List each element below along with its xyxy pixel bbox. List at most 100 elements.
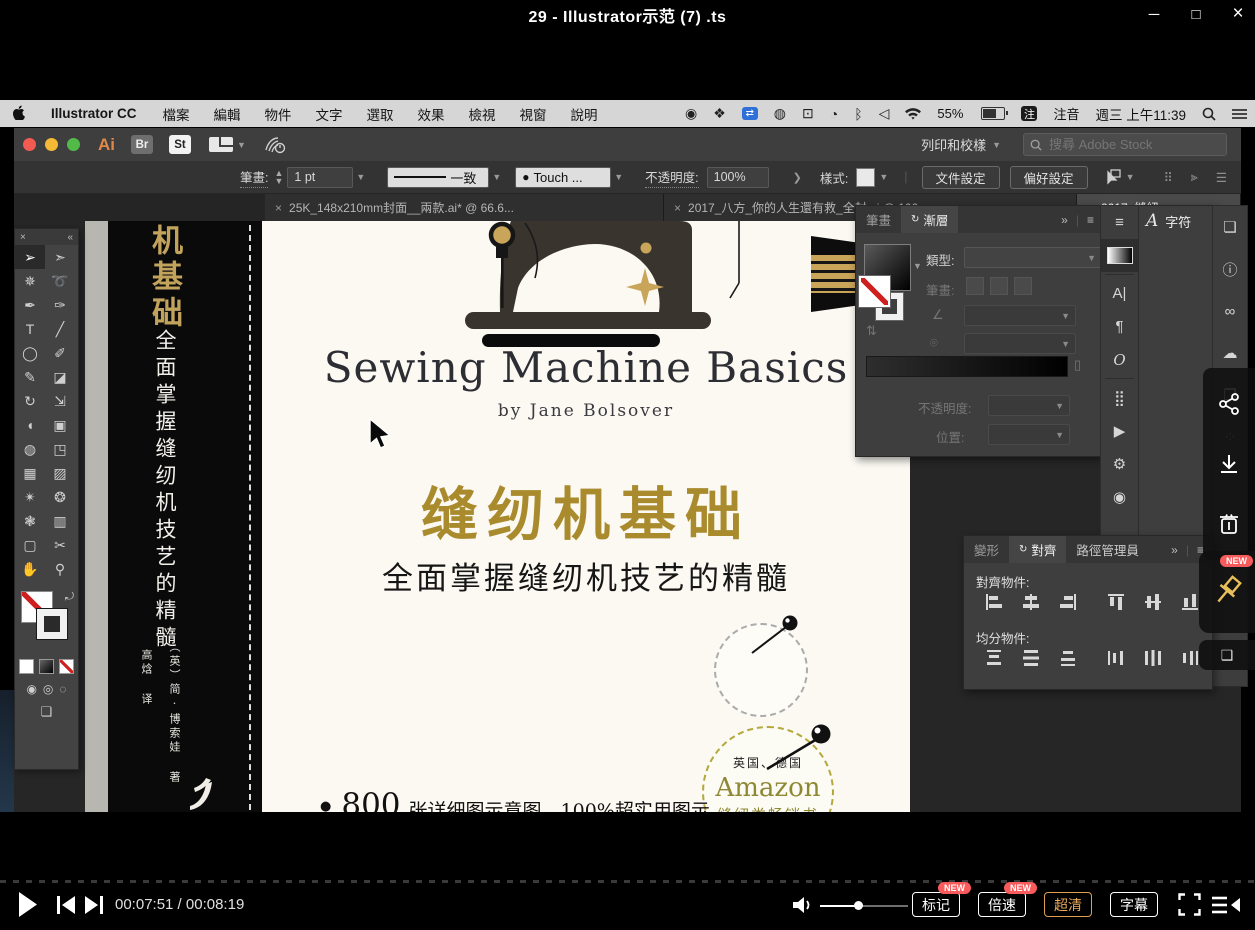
tool-symbol-sprayer[interactable]: ❃	[15, 509, 45, 533]
opacity-value[interactable]: 100%	[707, 167, 769, 188]
tool-pen[interactable]: ✒	[15, 293, 45, 317]
distribute-right-icon[interactable]	[1180, 648, 1200, 668]
notification-center-icon[interactable]	[1224, 108, 1255, 120]
dock-stub-icon[interactable]: ❑	[1199, 640, 1255, 670]
document-setup-button[interactable]: 文件設定	[922, 166, 1000, 189]
stroke-color[interactable]	[37, 609, 67, 639]
control-menu-icon[interactable]: ☰	[1216, 170, 1227, 185]
distribute-bottom-icon[interactable]	[1058, 648, 1078, 668]
stroke-along-icon[interactable]	[990, 277, 1008, 295]
gpu-performance-icon[interactable]	[264, 136, 286, 154]
dock-transparency-icon[interactable]: ◉	[1101, 480, 1138, 513]
stroke-weight-value[interactable]: 1 pt	[287, 167, 353, 188]
tool-slice[interactable]: ✂	[45, 533, 75, 557]
tool-zoom[interactable]: ⚲	[45, 557, 75, 581]
volume-knob[interactable]	[854, 901, 863, 910]
tab-close-icon[interactable]: ×	[275, 201, 282, 215]
brush-select[interactable]: ● Touch ...	[515, 167, 611, 188]
tool-curvature[interactable]: ✑	[45, 293, 75, 317]
fill-proxy-none[interactable]	[859, 276, 890, 307]
dropbox-icon[interactable]: ❖	[705, 105, 734, 122]
mac-close-light[interactable]	[23, 138, 36, 151]
proof-setup-dropdown[interactable]: 列印和校樣▼	[921, 135, 1001, 154]
arrange-documents-button[interactable]: ▼	[209, 137, 246, 152]
panel-toggle-icon[interactable]: ⫸	[1191, 170, 1198, 185]
touch-workspace-icon[interactable]: ⠿	[1164, 170, 1173, 185]
tool-pencil[interactable]: ✎	[15, 365, 45, 389]
previous-button[interactable]	[56, 896, 76, 914]
tool-eraser[interactable]: ◪	[45, 365, 75, 389]
stroke-within-icon[interactable]	[966, 277, 984, 295]
align-right-icon[interactable]	[1058, 592, 1078, 612]
tab-close-icon[interactable]: ×	[674, 201, 681, 215]
tool-paintbrush[interactable]: ✐	[45, 341, 75, 365]
stroke-weight-chevron[interactable]: ▼	[356, 172, 365, 182]
draw-inside-icon[interactable]: ◌	[59, 682, 66, 696]
draw-behind-icon[interactable]: ◎	[43, 682, 53, 696]
align-center-horizontal-icon[interactable]	[1021, 592, 1041, 612]
tab-pathfinder[interactable]: 路徑管理員	[1066, 536, 1149, 563]
screen-record-icon[interactable]: ◉	[677, 105, 705, 122]
volume-icon[interactable]: ◁	[871, 105, 898, 122]
distribute-center-vertical-icon[interactable]	[1021, 648, 1041, 668]
tool-rotate[interactable]: ↻	[15, 389, 45, 413]
menu-help[interactable]: 說明	[559, 104, 610, 124]
dock-opentype-icon[interactable]: O	[1101, 343, 1138, 376]
tab-gradient[interactable]: ↻漸層	[901, 206, 958, 233]
quality-button[interactable]: 超清	[1044, 892, 1092, 917]
close-button[interactable]: ×	[1224, 2, 1252, 26]
menu-file[interactable]: 檔案	[151, 104, 202, 124]
fullscreen-icon[interactable]	[1178, 893, 1201, 916]
tool-direct-selection[interactable]: ➣	[45, 245, 75, 269]
spotlight-icon[interactable]	[1194, 107, 1224, 121]
tool-graph[interactable]: ▥	[45, 509, 75, 533]
menu-select[interactable]: 選取	[355, 104, 406, 124]
opacity-expand-chevron[interactable]: ❯	[793, 171, 802, 184]
tool-ellipse[interactable]: ◯	[15, 341, 45, 365]
tool-eyedropper[interactable]: ✴	[15, 485, 45, 509]
minimize-button[interactable]: ─	[1140, 2, 1168, 26]
tools-close-icon[interactable]: ×	[20, 232, 26, 243]
dock-menu-icon[interactable]: ≡	[1101, 206, 1138, 239]
dock-info-icon[interactable]: ⓘ	[1213, 248, 1247, 290]
trash-icon[interactable]	[1218, 512, 1240, 536]
distribute-top-icon[interactable]	[984, 648, 1004, 668]
distribute-center-horizontal-icon[interactable]	[1143, 648, 1163, 668]
tool-line[interactable]: ╱	[45, 317, 75, 341]
tool-shape-builder[interactable]: ◍	[15, 437, 45, 461]
play-button[interactable]	[18, 891, 38, 918]
align-left-icon[interactable]	[984, 592, 1004, 612]
menu-view[interactable]: 檢視	[457, 104, 508, 124]
next-button[interactable]	[84, 896, 104, 914]
reverse-gradient-icon[interactable]: ⇅	[866, 323, 877, 339]
share-icon[interactable]	[1217, 392, 1241, 416]
doc-tab-1[interactable]: × 25K_148x210mm封面__兩款.ai* @ 66.6...	[265, 194, 664, 221]
isolate-selection-icon[interactable]: ▼	[1102, 169, 1135, 185]
tool-width[interactable]: ◖	[15, 413, 45, 437]
tool-gradient[interactable]: ▨	[45, 461, 75, 485]
distribute-left-icon[interactable]	[1106, 648, 1126, 668]
artwork-spine[interactable]: 机基础 全面掌握缝纫机技艺的精髓 （英）简·博索娃 著 高焓 译	[108, 221, 262, 812]
dock-type-icon[interactable]: A|	[1101, 277, 1138, 310]
menu-app-name[interactable]: Illustrator CC	[37, 106, 151, 121]
menu-object[interactable]: 物件	[253, 104, 304, 124]
menu-effect[interactable]: 效果	[406, 104, 457, 124]
menu-edit[interactable]: 編輯	[202, 104, 253, 124]
tool-magic-wand[interactable]: ✵	[15, 269, 45, 293]
stock-search-input[interactable]	[1047, 136, 1191, 153]
gradient-location-select[interactable]: ▼	[988, 424, 1070, 445]
pushpin-icon[interactable]	[1213, 575, 1243, 609]
artwork-backcover-strip[interactable]	[85, 221, 108, 812]
dock-layers-icon[interactable]: ❏	[1213, 206, 1247, 248]
color-mode-swatch[interactable]	[19, 659, 34, 674]
style-swatch[interactable]	[856, 168, 875, 187]
tool-mesh[interactable]: ▦	[15, 461, 45, 485]
mark-button[interactable]: 标记	[912, 892, 960, 917]
dock-image-trace-icon[interactable]: ⣿	[1101, 381, 1138, 414]
panel-menu-icon[interactable]: ≡	[1087, 213, 1094, 227]
dock-paragraph-icon[interactable]: ¶	[1101, 310, 1138, 343]
adobe-stock-search[interactable]	[1023, 133, 1227, 156]
tools-collapse-icon[interactable]: «	[67, 232, 73, 243]
swap-fill-stroke-icon[interactable]: ⤾	[65, 591, 74, 604]
gradient-swatch-chevron[interactable]: ▼	[913, 261, 922, 271]
